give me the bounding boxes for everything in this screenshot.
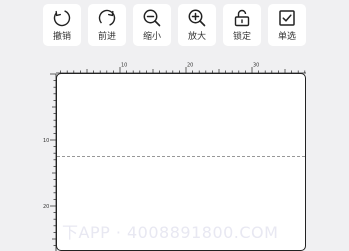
undo-button[interactable]: 撤销: [43, 4, 81, 46]
lock-label: 锁定: [232, 32, 251, 42]
checkbox-icon: [279, 10, 295, 26]
toolbar: 撤销 前进 缩小 放大 锁定 单选: [43, 4, 306, 46]
zoom-out-button[interactable]: 缩小: [133, 4, 171, 46]
redo-icon: [98, 9, 116, 27]
left-ruler: 10 20: [43, 73, 57, 251]
unlock-icon: [234, 9, 250, 27]
zoom-in-button[interactable]: 放大: [178, 4, 216, 46]
redo-button[interactable]: 前进: [88, 4, 126, 46]
undo-label: 撤销: [52, 32, 71, 42]
top-ruler-label: 30: [253, 63, 259, 69]
zoom-out-label: 缩小: [142, 32, 161, 42]
zoom-in-label: 放大: [187, 32, 206, 42]
watermark: 下APP · 4008891800.COM: [62, 223, 279, 242]
lock-button[interactable]: 锁定: [223, 4, 261, 46]
zoom-out-icon: [143, 9, 161, 27]
zoom-in-icon: [188, 9, 206, 27]
undo-icon: [53, 9, 71, 27]
single-select-button[interactable]: 单选: [268, 4, 306, 46]
top-ruler: 10 20 30: [56, 63, 306, 74]
left-ruler-label: 20: [43, 204, 49, 210]
top-ruler-label: 10: [121, 63, 127, 69]
single-select-label: 单选: [277, 32, 296, 42]
redo-label: 前进: [97, 32, 116, 42]
top-ruler-label: 20: [187, 63, 193, 69]
left-ruler-label: 10: [43, 138, 49, 144]
